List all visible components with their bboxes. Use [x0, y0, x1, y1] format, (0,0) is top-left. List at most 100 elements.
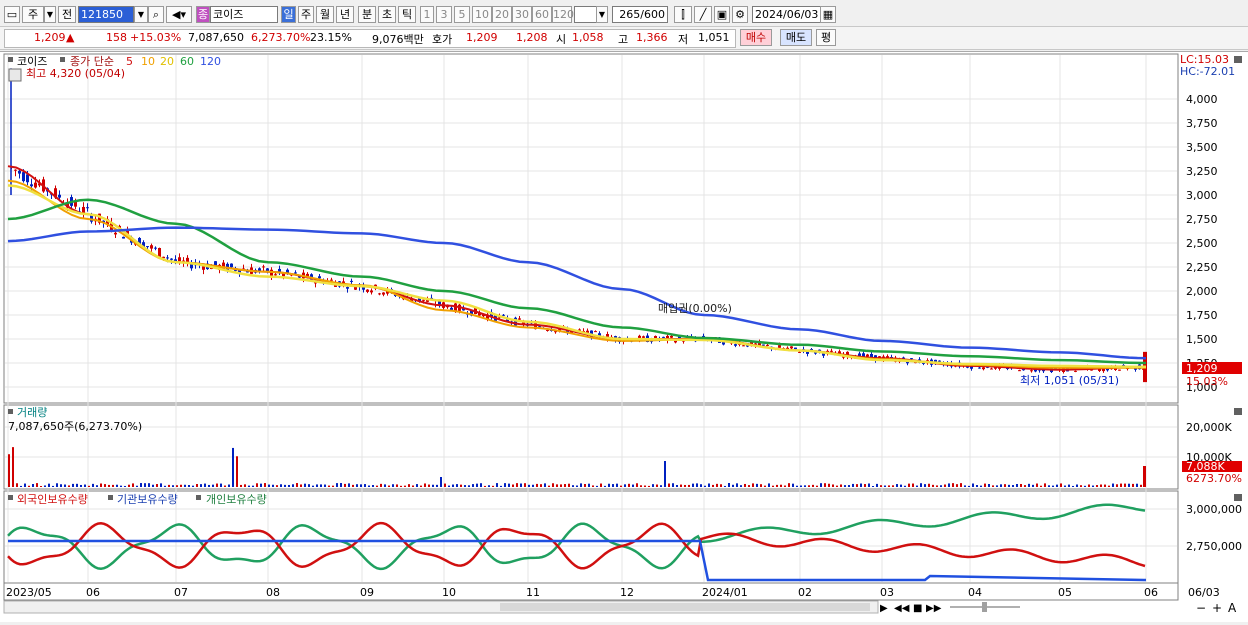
period-tab-week[interactable]: 주 — [298, 6, 314, 23]
volume-bar — [744, 483, 746, 487]
interval-30[interactable]: 30 — [512, 6, 532, 23]
candle-body — [742, 345, 745, 347]
quote-high: 1,366 — [636, 31, 668, 44]
rewind-icon[interactable]: ◀◀ — [894, 603, 910, 614]
volume-bar — [1068, 484, 1070, 487]
date-field[interactable]: 2024/06/03 — [752, 6, 822, 23]
code-dropdown-icon[interactable]: ▼ — [134, 6, 148, 23]
panel-close-icon[interactable] — [1234, 494, 1242, 501]
volume-bar — [1076, 484, 1078, 487]
panel-close-icon[interactable] — [1234, 408, 1242, 415]
sell-button[interactable]: 매도 — [780, 29, 812, 46]
candle-body — [346, 287, 349, 289]
x-tick-label: 08 — [266, 586, 280, 599]
volume-bar — [428, 484, 430, 487]
interval-120[interactable]: 120 — [552, 6, 574, 23]
x-tick-label: 06 — [86, 586, 100, 599]
price-tick-label: 2,500 — [1186, 237, 1218, 250]
zoom-slider-handle[interactable] — [982, 602, 987, 612]
candle-body — [350, 280, 353, 282]
volume-bar — [768, 483, 770, 487]
text-size-icon[interactable]: A — [1228, 601, 1237, 615]
period-tab-second[interactable]: 초 — [378, 6, 396, 23]
legend-individual: 개인보유수량 — [206, 493, 267, 506]
play-icon[interactable]: ▶ — [880, 603, 888, 614]
period-main-label: 주 — [27, 8, 39, 21]
chart-canvas[interactable]: 4,000 3,750 3,500 3,250 3,000 2,750 2,500 2,250… — [0, 52, 1248, 622]
volume-bar — [44, 485, 46, 487]
volume-bar — [1104, 484, 1106, 487]
interval-dropdown-icon[interactable]: ▼ — [596, 6, 608, 23]
zoom-in-icon[interactable]: + — [1212, 601, 1222, 615]
volume-bar — [604, 485, 606, 487]
calendar-icon[interactable]: ▦ — [820, 6, 836, 23]
volume-bar — [568, 483, 570, 487]
interval-10[interactable]: 10 — [472, 6, 492, 23]
volume-bar — [1044, 483, 1046, 487]
forward-icon[interactable]: ▶▶ — [926, 603, 942, 614]
search-icon[interactable]: ⌕ — [148, 6, 164, 23]
volume-bar — [376, 485, 378, 487]
count-field[interactable]: 265/600 — [612, 6, 668, 23]
volume-bar — [364, 484, 366, 487]
scrollbar-thumb[interactable] — [500, 603, 870, 611]
period-dropdown-icon[interactable]: ▼ — [44, 6, 56, 23]
x-tick-label: 2024/01 — [702, 586, 748, 599]
lock-icon[interactable] — [8, 68, 22, 82]
stock-name-field[interactable]: 코이즈 — [210, 6, 278, 23]
candle-body — [762, 344, 765, 346]
candle-body — [146, 246, 149, 248]
legend-square-icon — [60, 57, 65, 62]
event-label: 매입권(0.00%) — [658, 302, 732, 315]
volume-bar — [528, 484, 530, 487]
volume-bar — [1088, 484, 1090, 487]
volume-bar — [556, 484, 558, 487]
zoom-out-icon[interactable]: − — [1196, 601, 1206, 615]
buy-button[interactable]: 매수 — [740, 29, 772, 46]
candle-body — [378, 293, 381, 295]
speaker-icon[interactable]: ◀▾ — [166, 6, 192, 23]
volume-bar — [408, 484, 410, 487]
interval-60[interactable]: 60 — [532, 6, 552, 23]
volume-bar — [488, 485, 490, 487]
period-tab-minute[interactable]: 분 — [358, 6, 376, 23]
save-icon[interactable]: ▣ — [714, 6, 730, 23]
period-tab-year[interactable]: 년 — [336, 6, 354, 23]
volume-bar — [396, 484, 398, 487]
interval-5[interactable]: 5 — [454, 6, 470, 23]
prefix-button[interactable]: 전 — [58, 6, 76, 23]
volume-bar — [460, 484, 462, 487]
chart-area[interactable]: 4,000 3,750 3,500 3,250 3,000 2,750 2,500 2,250… — [0, 51, 1248, 622]
legend-foreign: 외국인보유수량 — [17, 493, 88, 506]
flat-button[interactable]: 평 — [816, 29, 836, 46]
candle-icon[interactable]: ⫿ — [674, 6, 692, 23]
gear-icon[interactable]: ⚙ — [732, 6, 748, 23]
code-input[interactable]: 121850 — [78, 6, 134, 23]
period-tab-month[interactable]: 월 — [316, 6, 334, 23]
volume-bar — [280, 484, 282, 487]
period-main-select[interactable]: 주 — [22, 6, 44, 23]
volume-bar — [896, 484, 898, 487]
interval-3[interactable]: 3 — [436, 6, 452, 23]
interval-1[interactable]: 1 — [420, 6, 434, 23]
period-tab-tick[interactable]: 틱 — [398, 6, 416, 23]
volume-bar — [308, 484, 310, 487]
stop-icon[interactable]: ■ — [913, 603, 922, 614]
draw-tool-icon[interactable]: ╱ — [694, 6, 712, 23]
volume-bar — [920, 483, 922, 487]
panel-close-icon[interactable] — [1234, 56, 1242, 63]
interval-20[interactable]: 20 — [492, 6, 512, 23]
legend-institution: 기관보유수량 — [117, 493, 178, 506]
volume-bar — [1132, 483, 1134, 487]
volume-bar — [372, 485, 374, 487]
candle-body — [122, 236, 125, 239]
volume-bar — [540, 484, 542, 487]
chart-type-icon[interactable]: ▭ — [4, 6, 20, 23]
x-tick-label: 04 — [968, 586, 982, 599]
candle-body — [798, 351, 801, 353]
volume-bar — [712, 484, 714, 487]
volume-bar — [944, 484, 946, 487]
volume-bar — [952, 483, 954, 487]
period-tab-day[interactable]: 일 — [281, 6, 296, 23]
x-tick-label: 03 — [880, 586, 894, 599]
